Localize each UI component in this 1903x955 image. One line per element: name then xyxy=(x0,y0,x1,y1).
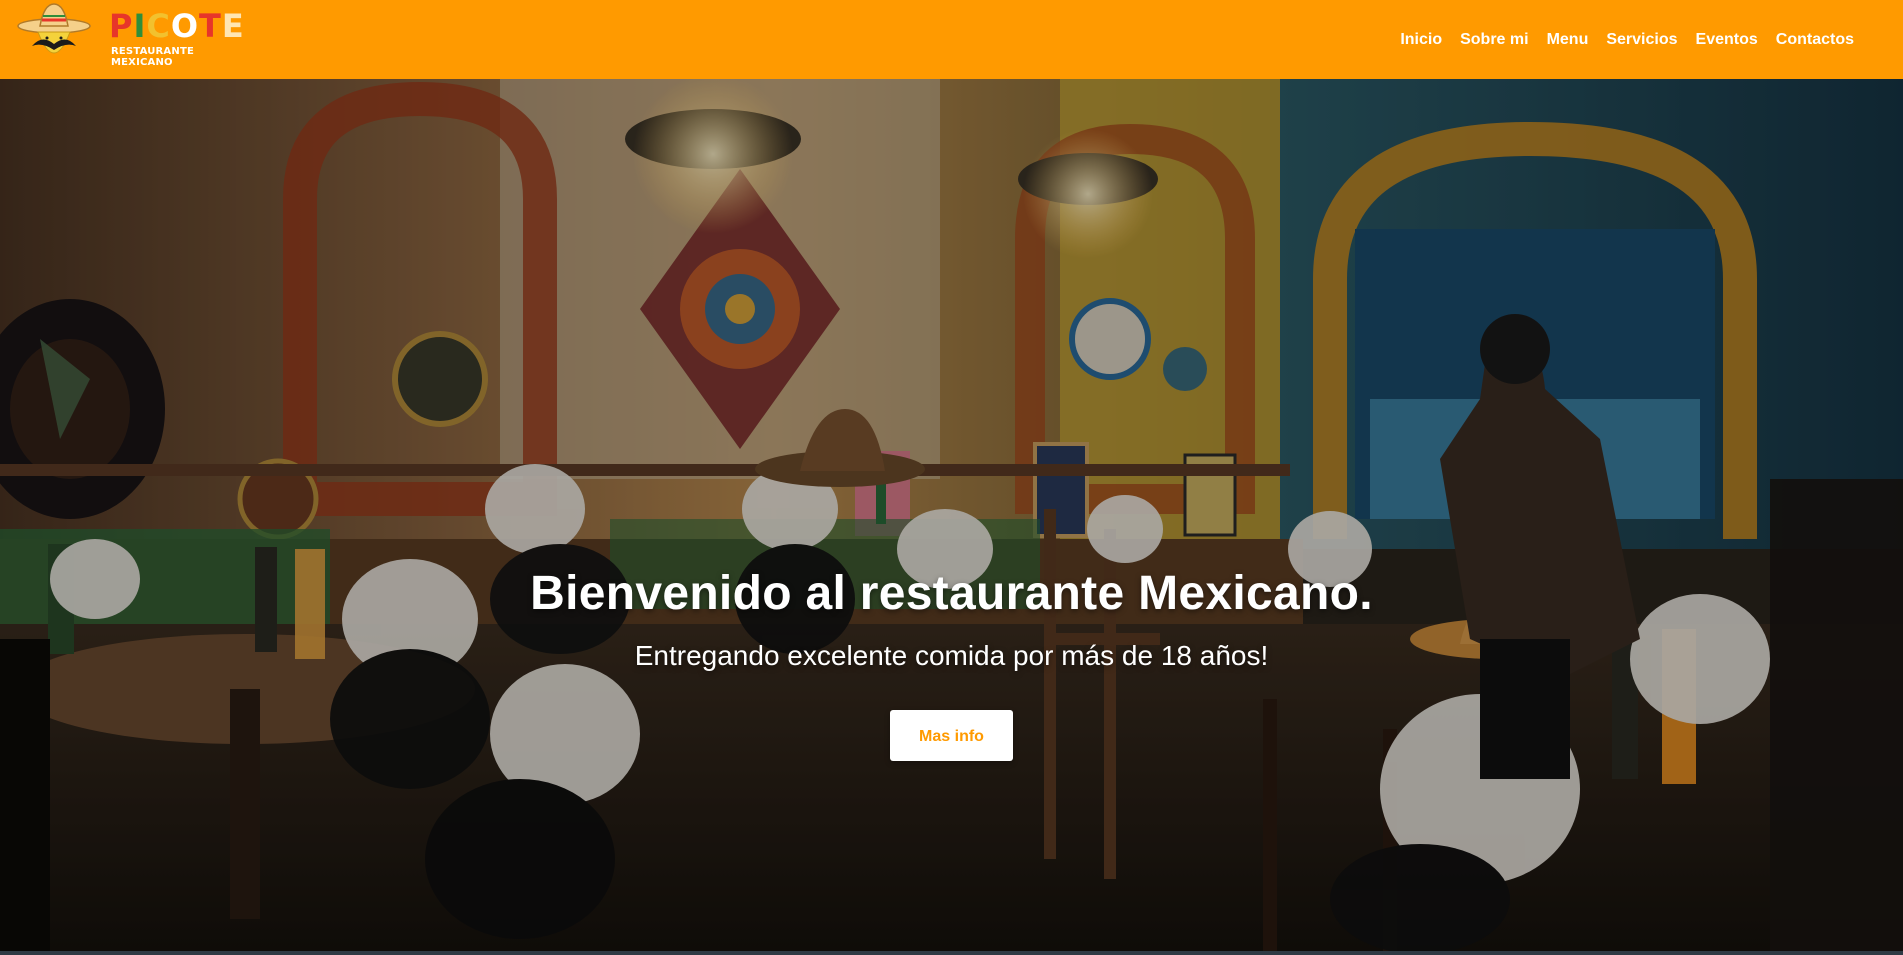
brand-letter: E xyxy=(221,7,245,45)
nav-item-inicio[interactable]: Inicio xyxy=(1391,0,1451,79)
brand-letter: C xyxy=(146,7,171,45)
site-header: PICOTE RESTAURANTE MEXICANO Inicio Sobre… xyxy=(0,0,1903,79)
brand-letter: P xyxy=(109,7,134,45)
hero-section: Bienvenido al restaurante Mexicano. Entr… xyxy=(0,79,1903,952)
brand-tagline: RESTAURANTE MEXICANO xyxy=(111,46,194,68)
brand-letter: T xyxy=(199,7,222,45)
brand-name: PICOTE xyxy=(109,10,245,42)
nav-item-servicios[interactable]: Servicios xyxy=(1597,0,1686,79)
nav-item-contactos[interactable]: Contactos xyxy=(1767,0,1863,79)
main-nav: Inicio Sobre mi Menu Servicios Eventos C… xyxy=(1391,0,1863,79)
nav-item-menu[interactable]: Menu xyxy=(1538,0,1598,79)
hero-title: Bienvenido al restaurante Mexicano. xyxy=(530,567,1373,620)
hero-content: Bienvenido al restaurante Mexicano. Entr… xyxy=(0,564,1903,761)
brand-logo[interactable]: PICOTE RESTAURANTE MEXICANO xyxy=(16,0,256,79)
nav-item-sobre-mi[interactable]: Sobre mi xyxy=(1451,0,1537,79)
sombrero-mustache-icon xyxy=(17,3,91,54)
nav-item-eventos[interactable]: Eventos xyxy=(1687,0,1767,79)
hero-subtitle: Entregando excelente comida por más de 1… xyxy=(634,640,1269,671)
more-info-button[interactable]: Mas info xyxy=(890,710,1013,761)
page-bottom-edge xyxy=(0,951,1903,955)
brand-letter: I xyxy=(133,7,147,45)
brand-letter: O xyxy=(170,7,200,45)
hero-overlay xyxy=(0,79,1903,952)
